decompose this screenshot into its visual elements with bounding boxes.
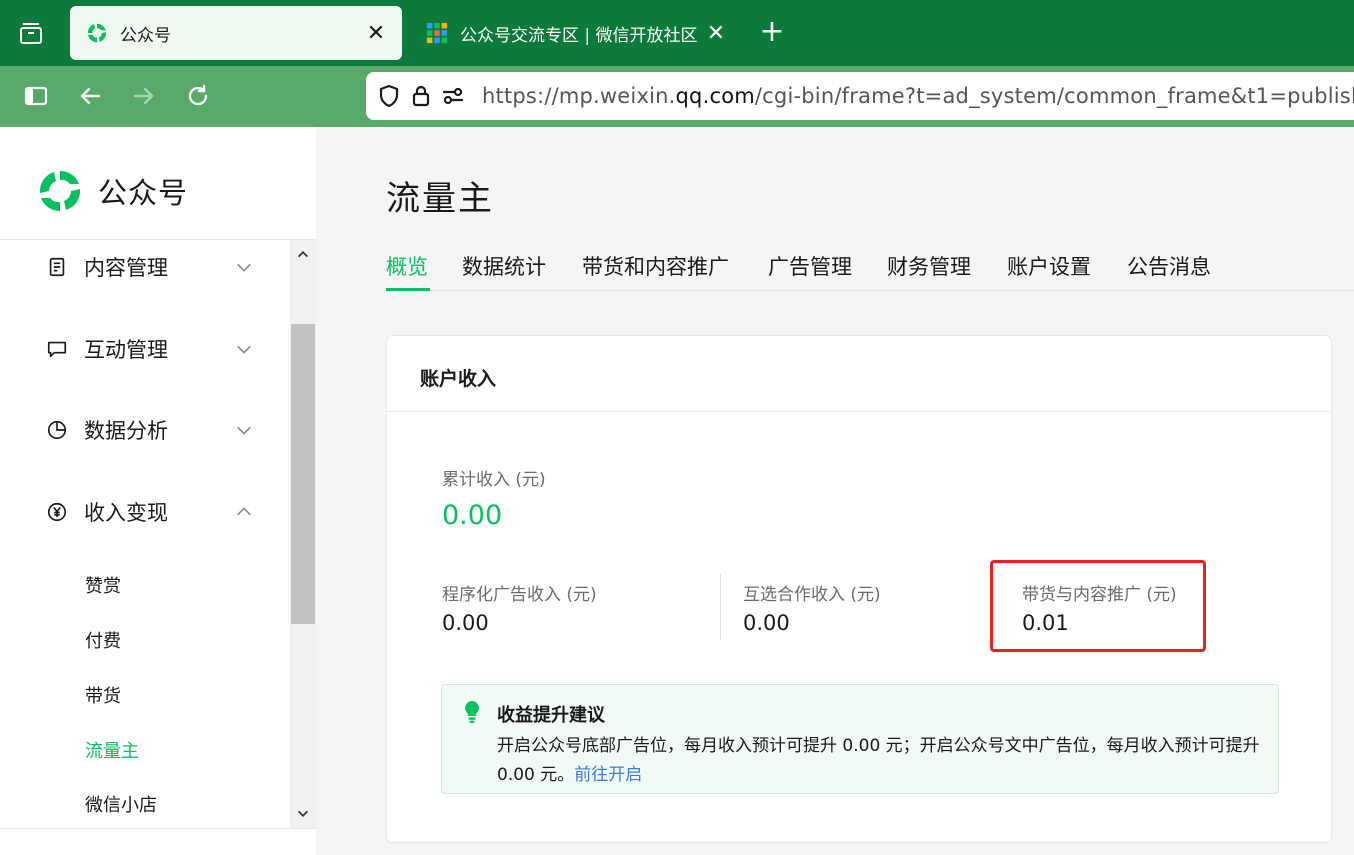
tab-title: 公众号 <box>120 25 171 46</box>
lightbulb-icon <box>465 701 479 723</box>
tab-finance-management[interactable]: 财务管理 <box>887 251 971 281</box>
programmatic-ad-income-value: 0.00 <box>442 611 489 635</box>
reload-icon[interactable] <box>182 80 214 112</box>
scroll-up-icon[interactable] <box>290 242 316 266</box>
tab-account-settings[interactable]: 账户设置 <box>1007 251 1091 281</box>
address-bar[interactable]: https://mp.weixin.qq.com/cgi-bin/frame?t… <box>366 72 1354 120</box>
main-tab-bar: 概览 数据统计 带货和内容推广 广告管理 财务管理 账户设置 公告消息 <box>386 237 1354 291</box>
sidebar-group-label: 收入变现 <box>84 501 168 525</box>
brand[interactable]: 公众号 <box>36 167 188 215</box>
tab-close-icon[interactable]: ✕ <box>364 21 388 46</box>
sidebar-group-label: 互动管理 <box>84 338 168 362</box>
tab-overview[interactable]: 概览 <box>386 251 428 281</box>
total-income-value: 0.00 <box>442 500 503 531</box>
sidebar-item-goods[interactable]: 带货 <box>85 682 121 708</box>
divider <box>720 574 721 640</box>
shield-icon[interactable] <box>376 82 402 110</box>
programmatic-ad-income-label: 程序化广告收入 (元) <box>442 585 597 605</box>
sidebar-group-label: 数据分析 <box>84 419 168 443</box>
sidebar: 公众号 内容管理 互动管理 数据分析 收入变现 赞赏 付费 带货 流量主 微信小… <box>0 127 316 855</box>
card-title: 账户收入 <box>420 368 497 390</box>
mutual-selection-income-label: 互选合作收入 (元) <box>743 585 881 605</box>
tab-overview-icon[interactable] <box>0 0 62 66</box>
chevron-up-icon[interactable] <box>234 502 254 522</box>
sidebar-item-paid[interactable]: 付费 <box>85 627 121 653</box>
scroll-down-icon[interactable] <box>290 802 316 826</box>
mutual-selection-income-value: 0.00 <box>743 611 790 635</box>
tab-goods-content-promotion[interactable]: 带货和内容推广 <box>582 251 729 281</box>
highlight-annotation-box <box>990 560 1206 652</box>
page-title: 流量主 <box>386 179 494 219</box>
brand-name: 公众号 <box>98 176 189 210</box>
sidebar-toggle-icon[interactable] <box>20 80 52 112</box>
site-permissions-icon[interactable] <box>440 82 466 110</box>
scroll-thumb[interactable] <box>291 324 315 624</box>
document-icon <box>44 254 70 280</box>
pie-chart-icon <box>44 417 70 443</box>
web-page: 公众号 内容管理 互动管理 数据分析 收入变现 赞赏 付费 带货 流量主 微信小… <box>0 127 1354 855</box>
yuan-icon <box>44 499 70 525</box>
tab-close-icon[interactable]: ✕ <box>704 21 728 46</box>
chevron-down-icon[interactable] <box>234 420 254 440</box>
chat-bubble-icon <box>44 336 70 362</box>
sidebar-group-label: 内容管理 <box>84 256 168 280</box>
new-tab-button[interactable]: + <box>756 17 788 49</box>
tip-title: 收益提升建议 <box>497 705 605 726</box>
tip-text: 开启公众号底部广告位，每月收入预计可提升 0.00 元；开启公众号文中广告位，每… <box>497 736 1260 785</box>
url-text[interactable]: https://mp.weixin.qq.com/cgi-bin/frame?t… <box>482 84 1354 108</box>
revenue-tip-banner: 收益提升建议 开启公众号底部广告位，每月收入预计可提升 0.00 元；开启公众号… <box>441 684 1279 794</box>
divider <box>0 239 316 240</box>
sidebar-group-analytics[interactable]: 数据分析 <box>44 410 254 450</box>
chevron-down-icon[interactable] <box>234 339 254 359</box>
wechat-mp-logo-icon <box>39 170 81 212</box>
sidebar-item-traffic-master[interactable]: 流量主 <box>85 737 139 763</box>
divider <box>0 828 316 829</box>
sidebar-group-content[interactable]: 内容管理 <box>44 247 254 287</box>
wechat-mp-favicon-icon <box>84 20 110 46</box>
card-header: 账户收入 <box>387 336 1331 412</box>
sidebar-item-reward[interactable]: 赞赏 <box>85 572 121 598</box>
tab-title: 公众号交流专区 | 微信开放社区 <box>460 25 698 46</box>
sidebar-group-monetization[interactable]: 收入变现 <box>44 492 254 532</box>
lock-icon[interactable] <box>408 82 434 110</box>
active-tab-indicator <box>386 288 430 291</box>
browser-toolbar: https://mp.weixin.qq.com/cgi-bin/frame?t… <box>0 66 1354 127</box>
sidebar-scrollbar[interactable] <box>290 240 316 828</box>
chevron-down-icon[interactable] <box>234 257 254 277</box>
tab-data-statistics[interactable]: 数据统计 <box>462 251 546 281</box>
total-income-label: 累计收入 (元) <box>442 470 546 490</box>
browser-tab-community[interactable]: 公众号交流专区 | 微信开放社区 ✕ <box>410 6 740 60</box>
account-income-card: 账户收入 累计收入 (元) 0.00 程序化广告收入 (元) 0.00 互选合作… <box>386 335 1332 843</box>
enable-ad-link[interactable]: 前往开启 <box>574 765 642 785</box>
main-content: 流量主 概览 数据统计 带货和内容推广 广告管理 财务管理 账户设置 公告消息 … <box>316 127 1354 855</box>
sidebar-item-wechat-shop[interactable]: 微信小店 <box>85 791 157 817</box>
browser-tab-gongzhonghao[interactable]: 公众号 ✕ <box>70 6 402 60</box>
tab-ad-management[interactable]: 广告管理 <box>768 251 852 281</box>
back-arrow-icon[interactable] <box>74 80 106 112</box>
browser-tab-strip: 公众号 ✕ 公众号交流专区 | 微信开放社区 ✕ + <box>0 0 1354 66</box>
sidebar-group-interaction[interactable]: 互动管理 <box>44 329 254 369</box>
tab-announcements[interactable]: 公告消息 <box>1127 251 1211 281</box>
forward-arrow-icon[interactable] <box>128 80 160 112</box>
wechat-open-community-favicon-icon <box>424 20 450 46</box>
